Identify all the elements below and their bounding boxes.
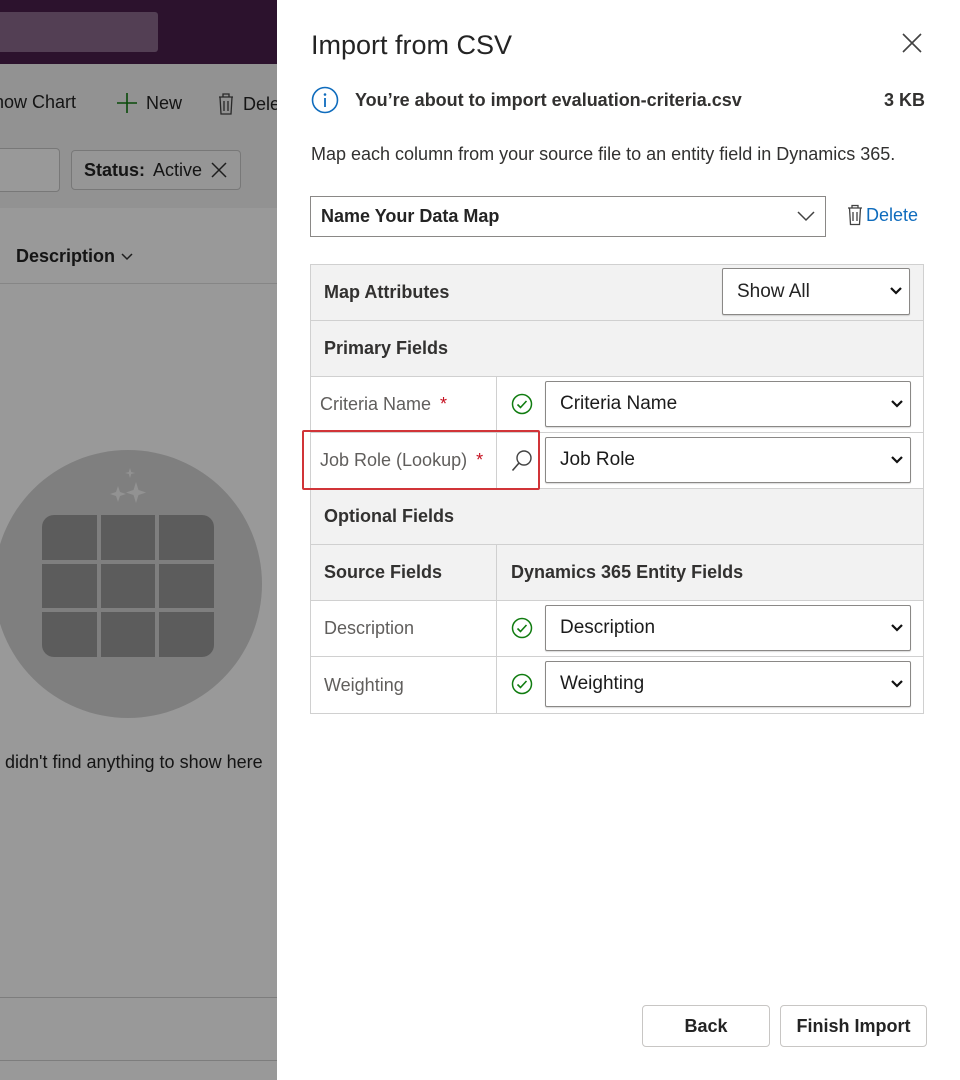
mapping-row-description: Description Description (311, 601, 923, 657)
check-circle-icon (511, 393, 533, 415)
target-field-value: Description (560, 617, 656, 638)
source-field-cell: Criteria Name * (311, 377, 497, 432)
target-field-select[interactable]: Weighting (545, 661, 911, 707)
file-info-text: You’re about to import evaluation-criter… (355, 89, 742, 110)
mapping-row-weighting: Weighting Weighting (311, 657, 923, 713)
optional-columns-header-row: Source Fields Dynamics 365 Entity Fields (311, 545, 923, 601)
file-info-row: You’re about to import evaluation-criter… (311, 84, 925, 116)
optional-fields-header-row: Optional Fields (311, 489, 923, 545)
required-marker: * (440, 394, 448, 414)
source-field-label: Criteria Name (320, 394, 432, 414)
trash-icon (848, 204, 862, 226)
import-csv-dialog: Import from CSV You’re about to import e… (277, 0, 960, 1080)
optional-fields-header: Optional Fields (324, 506, 455, 526)
check-circle-icon (511, 673, 533, 695)
chevron-down-icon (797, 211, 815, 222)
primary-fields-header: Primary Fields (324, 338, 449, 358)
search-icon[interactable] (511, 449, 533, 473)
mapping-table: Map Attributes Show All Primary Fields C… (310, 264, 924, 714)
dialog-title: Import from CSV (311, 30, 513, 60)
show-filter-select[interactable]: Show All (722, 268, 910, 315)
file-size: 3 KB (883, 89, 925, 110)
back-button[interactable]: Back (642, 1005, 770, 1047)
target-field-cell: Weighting (497, 657, 923, 713)
chevron-down-icon (890, 287, 902, 295)
target-field-cell: Job Role (497, 433, 923, 488)
mapping-description: Map each column from your source file to… (311, 144, 896, 164)
mapping-row-criteria-name: Criteria Name * Criteria Name (311, 377, 923, 433)
source-field-cell: Weighting (311, 657, 497, 713)
target-field-cell: Description (497, 601, 923, 656)
target-field-value: Weighting (560, 673, 645, 694)
primary-fields-header-row: Primary Fields (311, 321, 923, 377)
source-fields-column-header: Source Fields (311, 545, 497, 600)
delete-map-label: Delete (866, 204, 919, 225)
map-attributes-label: Map Attributes (324, 282, 450, 302)
target-field-value: Job Role (560, 449, 635, 470)
target-field-select[interactable]: Criteria Name (545, 381, 911, 427)
close-icon[interactable] (901, 32, 923, 54)
delete-map-button[interactable]: Delete (847, 204, 918, 226)
target-field-value: Criteria Name (560, 393, 678, 414)
source-field-label: Description (324, 618, 415, 638)
target-field-select[interactable]: Job Role (545, 437, 911, 483)
required-marker: * (476, 450, 484, 470)
chevron-down-icon (891, 680, 903, 688)
target-fields-column-label: Dynamics 365 Entity Fields (511, 562, 744, 582)
modal-overlay[interactable] (0, 0, 277, 1080)
mapping-row-job-role: Job Role (Lookup) * Job Role (311, 433, 923, 489)
data-map-dropdown[interactable]: Name Your Data Map (310, 196, 826, 237)
source-fields-column-label: Source Fields (324, 562, 443, 582)
map-attributes-row: Map Attributes Show All (311, 265, 923, 321)
target-fields-column-header: Dynamics 365 Entity Fields (497, 545, 923, 600)
chevron-down-icon (891, 624, 903, 632)
target-field-select[interactable]: Description (545, 605, 911, 651)
info-icon (311, 86, 339, 114)
chevron-down-icon (891, 456, 903, 464)
source-field-cell: Description (311, 601, 497, 656)
check-circle-icon (511, 617, 533, 639)
source-field-cell: Job Role (Lookup) * (311, 433, 497, 488)
source-field-label: Weighting (324, 674, 404, 695)
target-field-cell: Criteria Name (497, 377, 923, 432)
data-map-label: Name Your Data Map (321, 206, 500, 226)
chevron-down-icon (891, 400, 903, 408)
finish-import-button[interactable]: Finish Import (780, 1005, 927, 1047)
show-filter-value: Show All (737, 280, 810, 302)
source-field-label: Job Role (Lookup) (320, 450, 468, 470)
